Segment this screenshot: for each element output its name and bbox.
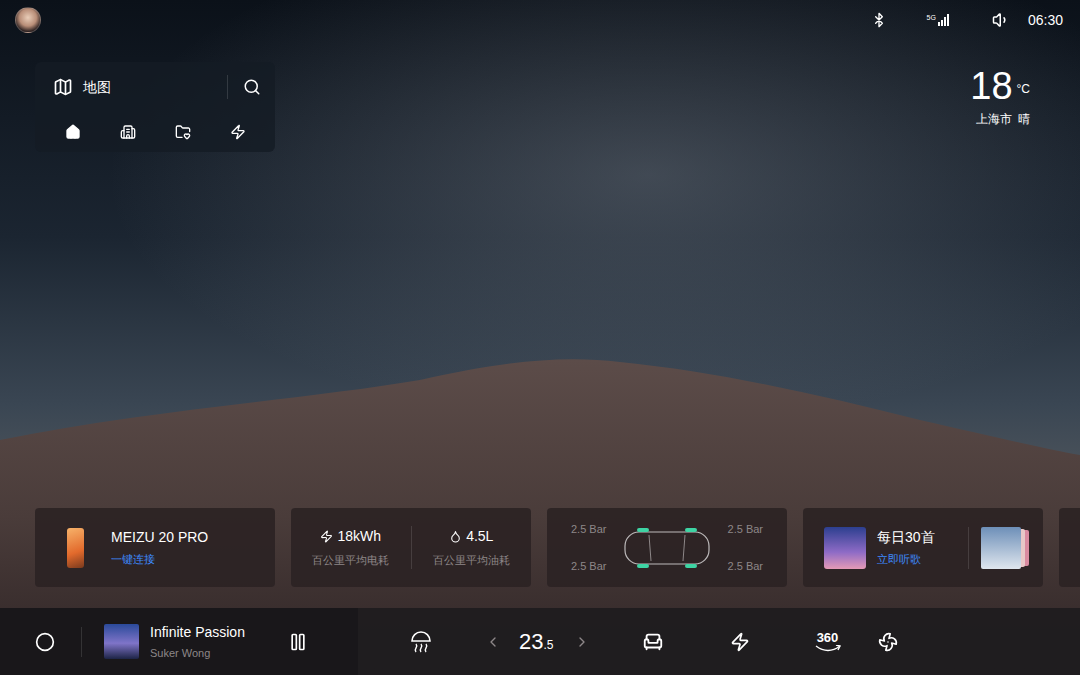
climate-temperature: 23.5 [519, 625, 554, 658]
listen-button[interactable]: 立即听歌 [877, 551, 935, 568]
tire-pressure-card[interactable]: 2.5 Bar 2.5 Bar 2.5 Bar 2.5 Bar [547, 508, 787, 587]
control-bar: 23.5 360 [358, 608, 1080, 675]
album-stack [981, 527, 1029, 569]
user-avatar[interactable] [15, 7, 41, 33]
seat-icon[interactable] [642, 631, 664, 653]
favorites-icon[interactable] [175, 124, 191, 140]
temp-up-icon[interactable] [574, 634, 590, 650]
defrost-icon[interactable] [409, 631, 433, 653]
tire-pressure: 2.5 Bar [571, 558, 606, 575]
playlist-cover [824, 527, 866, 569]
map-widget[interactable]: 地图 [35, 62, 275, 152]
search-icon[interactable] [243, 78, 261, 96]
signal-indicator: 5G [927, 14, 950, 26]
consumption-item: 4.5L百公里平均油耗 [411, 526, 532, 569]
home-button-icon[interactable] [35, 632, 55, 652]
weather-temperature: 18 [970, 66, 1012, 106]
status-bar: 5G 06:30 [0, 0, 1080, 40]
playlist-title: 每日30首 [877, 527, 935, 548]
map-shortcuts [35, 112, 275, 152]
consumption-item: 18kWh百公里平均电耗 [291, 526, 411, 569]
music-card[interactable]: 每日30首立即听歌 [803, 508, 1043, 587]
charging-station-icon[interactable] [230, 124, 246, 140]
track-artist: Suker Wong [150, 645, 288, 662]
screen-content: 5G 06:30 地图 18 °C 上海市晴 MEIZU 20 PRO 一键连接 18kWh百公… [0, 0, 1080, 675]
fuel-icon [449, 530, 462, 543]
clock: 06:30 [1028, 10, 1063, 31]
surround-view-button[interactable]: 360 [814, 631, 842, 653]
fan-icon[interactable] [878, 632, 898, 652]
charging-icon[interactable] [730, 632, 750, 652]
weather-condition: 晴 [1018, 110, 1030, 128]
weather-widget[interactable]: 18 °C 上海市晴 [970, 66, 1030, 128]
temp-down-icon[interactable] [485, 634, 501, 650]
car-top-view-icon [621, 526, 713, 570]
phone-card[interactable]: MEIZU 20 PRO 一键连接 [35, 508, 275, 587]
phone-name: MEIZU 20 PRO [111, 527, 208, 548]
media-bar: Infinite Passion Suker Wong [0, 608, 358, 675]
pause-icon[interactable] [288, 632, 308, 652]
tire-pressure: 2.5 Bar [728, 558, 763, 575]
signal-bars-icon [938, 14, 950, 26]
map-title[interactable]: 地图 [83, 77, 111, 98]
map-icon [53, 77, 73, 97]
next-card[interactable] [1059, 508, 1080, 587]
rotate-arrow-icon [814, 645, 842, 653]
cards-row: MEIZU 20 PRO一键连接18kWh百公里平均电耗4.5L百公里平均油耗2… [0, 508, 1080, 587]
track-cover [104, 624, 139, 659]
home-icon[interactable] [65, 124, 81, 140]
track-title: Infinite Passion [150, 622, 288, 643]
weather-city: 上海市 [976, 110, 1012, 128]
tire-pressure: 2.5 Bar [571, 521, 606, 538]
company-icon[interactable] [120, 124, 136, 140]
consumption-card[interactable]: 18kWh百公里平均电耗4.5L百公里平均油耗 [291, 508, 531, 587]
tire-pressure: 2.5 Bar [728, 521, 763, 538]
phone-connect-button[interactable]: 一键连接 [111, 551, 208, 568]
bluetooth-icon[interactable] [871, 12, 887, 28]
dock: Infinite Passion Suker Wong 23.5 360 [0, 608, 1080, 675]
car-home-screen: 5G 06:30 地图 18 °C 上海市晴 MEIZU 20 PRO 一键连接 18kWh百公… [0, 0, 1080, 675]
phone-image [67, 528, 84, 568]
top-widgets: 地图 18 °C 上海市晴 [0, 62, 1080, 152]
volume-icon[interactable] [992, 11, 1010, 29]
weather-unit: °C [1017, 80, 1030, 98]
electric-icon [320, 530, 333, 543]
